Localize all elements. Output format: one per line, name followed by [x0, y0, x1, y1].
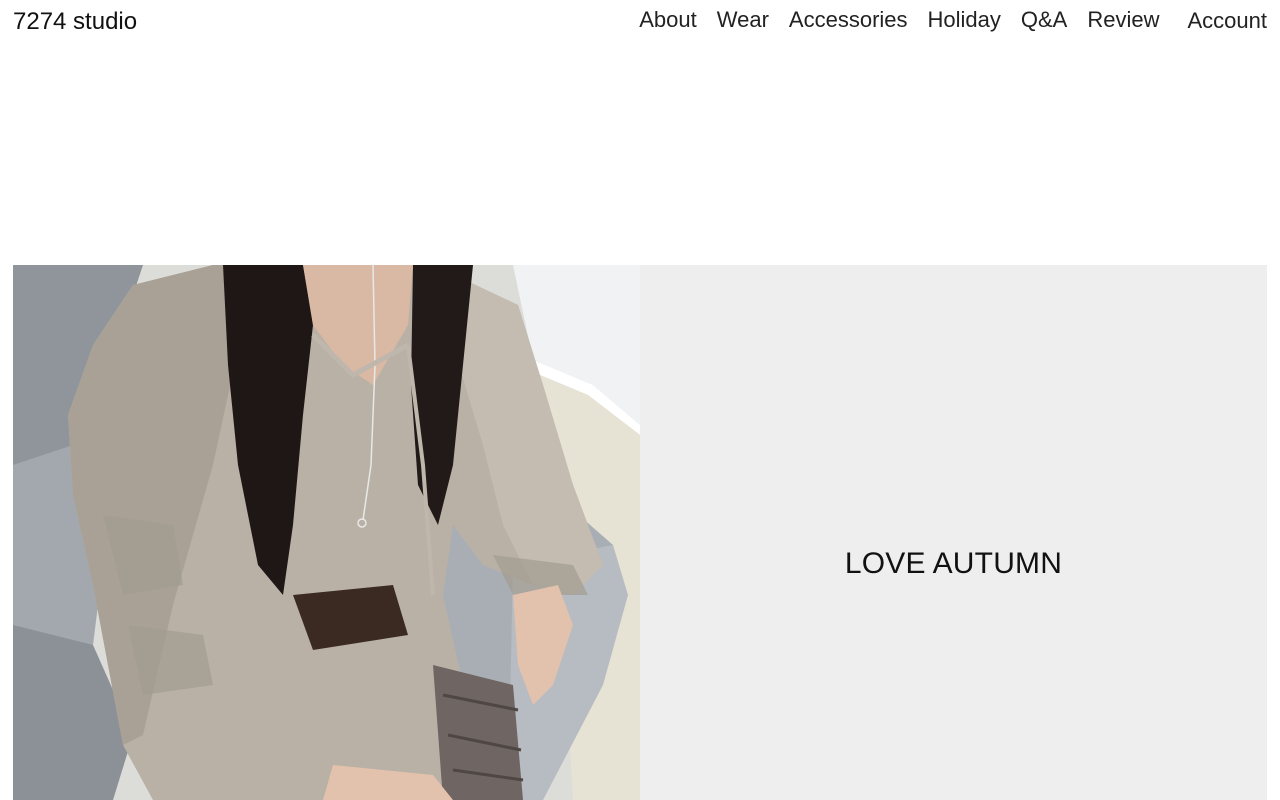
site-header: 7274 studio About Wear Accessories Holid…: [0, 0, 1280, 60]
nav-link-wear[interactable]: Wear: [717, 6, 769, 34]
hero-photo[interactable]: [13, 265, 640, 800]
nav-link-review[interactable]: Review: [1087, 6, 1159, 34]
main-nav: About Wear Accessories Holiday Q&A Revie…: [619, 6, 1267, 34]
hero-headline: LOVE AUTUMN: [844, 546, 1063, 580]
hero-banner: LOVE AUTUMN: [13, 265, 1267, 800]
nav-link-holiday[interactable]: Holiday: [928, 6, 1001, 34]
brand-logo[interactable]: 7274 studio: [13, 8, 137, 36]
nav-link-accessories[interactable]: Accessories: [789, 6, 908, 34]
nav-link-about[interactable]: About: [639, 6, 697, 34]
hero-photo-image: [13, 265, 640, 800]
hero-text-panel[interactable]: LOVE AUTUMN: [640, 265, 1267, 800]
nav-link-qa[interactable]: Q&A: [1021, 6, 1067, 34]
nav-link-account[interactable]: Account: [1188, 7, 1268, 35]
